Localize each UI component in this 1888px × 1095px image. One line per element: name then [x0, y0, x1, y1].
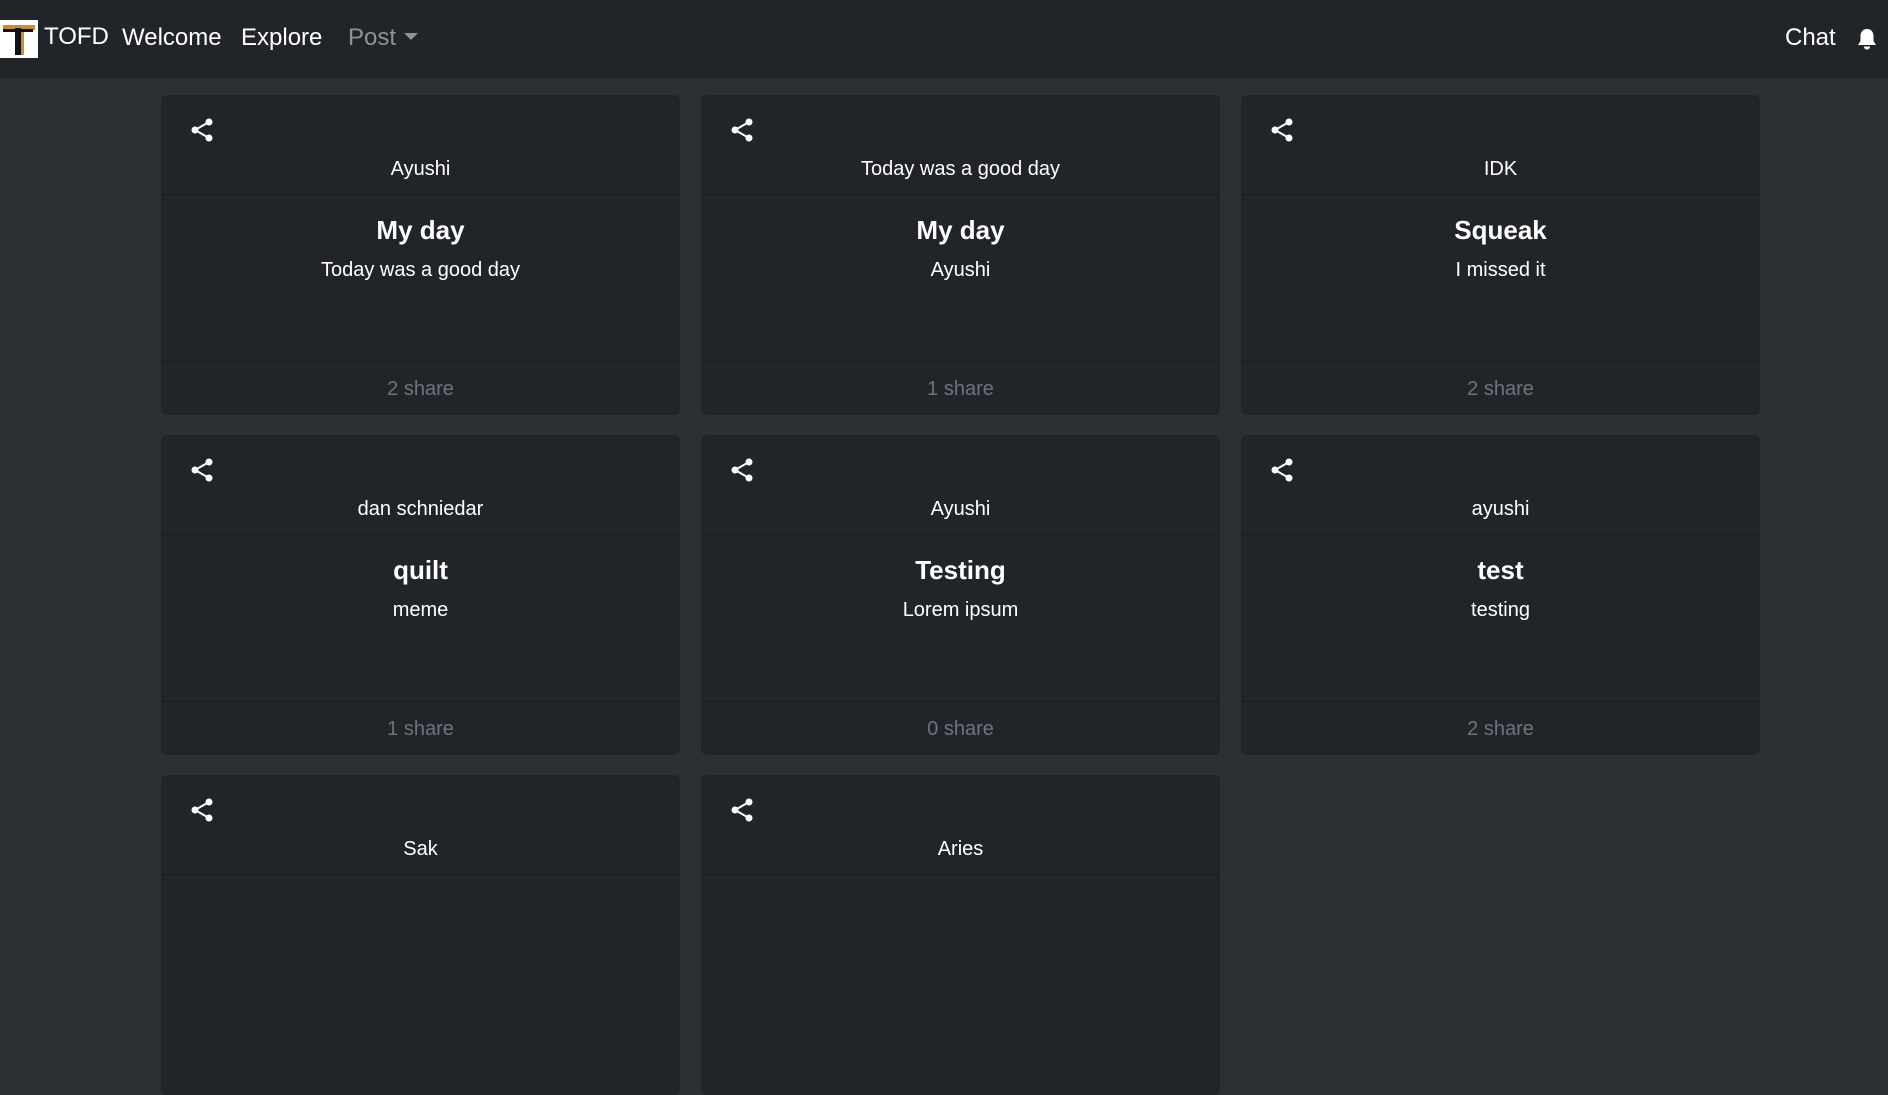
post-card[interactable]: Aries: [701, 775, 1220, 1095]
share-icon[interactable]: [189, 797, 215, 823]
card-header: ayushi: [1241, 435, 1760, 535]
nav-explore-link[interactable]: Explore: [241, 24, 322, 52]
card-author: ayushi: [1471, 498, 1530, 520]
post-card[interactable]: Ayushi Testing Lorem ipsum 0 share: [701, 435, 1220, 755]
card-footer: 0 share: [701, 701, 1220, 755]
share-count: 0 share: [927, 718, 994, 740]
chevron-down-icon: [404, 33, 419, 40]
bell-icon[interactable]: [1856, 27, 1878, 51]
card-header: Today was a good day: [701, 95, 1220, 195]
card-header: IDK: [1241, 95, 1760, 195]
share-count: 1 share: [387, 718, 454, 740]
card-text: testing: [1471, 599, 1530, 621]
share-icon[interactable]: [729, 117, 755, 143]
brand-name: TOFD: [44, 23, 109, 50]
post-card[interactable]: Ayushi My day Today was a good day 2 sha…: [161, 95, 680, 415]
card-footer: 2 share: [161, 361, 680, 415]
post-card[interactable]: ayushi test testing 2 share: [1241, 435, 1760, 755]
card-header: Ayushi: [161, 95, 680, 195]
brand[interactable]: TOFD: [0, 19, 109, 59]
share-count: 1 share: [927, 378, 994, 400]
nav-post-label: Post: [348, 24, 397, 51]
card-text: Today was a good day: [320, 259, 521, 281]
post-card[interactable]: Today was a good day My day Ayushi 1 sha…: [701, 95, 1220, 415]
card-author: dan schniedar: [357, 498, 484, 520]
card-text: I missed it: [1455, 259, 1546, 281]
post-card[interactable]: Sak: [161, 775, 680, 1095]
card-footer: 1 share: [161, 701, 680, 755]
card-author: Ayushi: [930, 498, 991, 520]
card-header: Ayushi: [701, 435, 1220, 535]
nav-welcome-link[interactable]: Welcome: [122, 24, 222, 52]
card-text: Ayushi: [930, 259, 991, 281]
share-icon[interactable]: [189, 457, 215, 483]
top-navbar: TOFD Welcome Explore Post Chat: [0, 0, 1888, 78]
share-icon[interactable]: [1269, 117, 1295, 143]
share-count: 2 share: [387, 378, 454, 400]
card-title: My day: [376, 215, 465, 245]
card-author: Sak: [403, 838, 438, 860]
card-footer: 1 share: [701, 361, 1220, 415]
card-author: IDK: [1483, 158, 1518, 180]
card-header: dan schniedar: [161, 435, 680, 535]
card-title: My day: [916, 215, 1005, 245]
card-header: Sak: [161, 775, 680, 875]
card-footer: 2 share: [1241, 361, 1760, 415]
card-title: Squeak: [1454, 215, 1547, 245]
card-title: Testing: [915, 555, 1006, 585]
share-icon[interactable]: [189, 117, 215, 143]
share-icon[interactable]: [729, 457, 755, 483]
card-text: Lorem ipsum: [902, 599, 1019, 621]
card-header: Aries: [701, 775, 1220, 875]
tofd-logo: [0, 20, 38, 58]
share-count: 2 share: [1467, 718, 1534, 740]
nav-chat-link[interactable]: Chat: [1785, 24, 1836, 52]
share-icon[interactable]: [729, 797, 755, 823]
nav-post-dropdown[interactable]: Post: [348, 24, 419, 52]
card-author: Today was a good day: [860, 158, 1061, 180]
card-author: Ayushi: [390, 158, 451, 180]
post-card[interactable]: dan schniedar quilt meme 1 share: [161, 435, 680, 755]
card-author: Aries: [937, 838, 984, 860]
share-icon[interactable]: [1269, 457, 1295, 483]
share-count: 2 share: [1467, 378, 1534, 400]
card-title: quilt: [393, 555, 448, 585]
card-title: test: [1477, 555, 1524, 585]
card-text: meme: [392, 599, 449, 621]
card-footer: 2 share: [1241, 701, 1760, 755]
post-card[interactable]: IDK Squeak I missed it 2 share: [1241, 95, 1760, 415]
